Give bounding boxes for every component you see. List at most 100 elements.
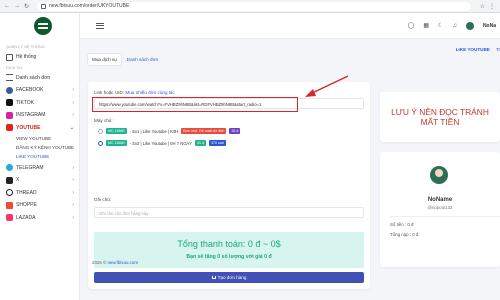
radio-button[interactable]: [98, 128, 103, 134]
footer: 2026 © new.fbtxuu.com: [92, 260, 138, 265]
note-input[interactable]: Ghi chú cho đơn hàng này: [94, 207, 364, 218]
menu-toggle-icon[interactable]: [96, 21, 104, 30]
sidebar-subitem-subscribe-youtube[interactable]: ĐĂNG KÝ KÊNH YOUTUBE: [0, 143, 79, 152]
instagram-icon: [6, 111, 13, 119]
chevron-down-icon: ⌄: [69, 124, 74, 131]
tab-bar: Mua dịch vụ Danh sách đơn: [88, 54, 162, 65]
forward-icon[interactable]: →: [14, 3, 20, 10]
sidebar-item-telegram[interactable]: TELEGRAM ›: [0, 162, 79, 175]
star-icon[interactable]: ☆: [480, 3, 485, 10]
chevron-right-icon: ›: [72, 112, 74, 119]
sidebar-item-lazada[interactable]: LAZADA ›: [0, 212, 79, 225]
chevron-right-icon: ›: [72, 87, 74, 94]
thread-icon: [6, 189, 13, 197]
user-name[interactable]: NoNa: [483, 23, 496, 29]
breadcrumb: LIKE YOUTUBE Tr: [456, 47, 500, 52]
tab-order-list[interactable]: Danh sách đơn: [123, 54, 162, 65]
profile-avatar: [430, 166, 448, 184]
top-bar: ◯ ▦ ☾ ♫ NoNa: [80, 13, 500, 39]
sidebar-item-system[interactable]: Hệ thống: [0, 51, 79, 64]
sidebar-item-youtube[interactable]: YOUTUBE ⌄: [0, 122, 79, 135]
avatar[interactable]: [465, 21, 474, 30]
facebook-icon: [6, 86, 13, 94]
address-text: new.fbtxuu.com/order/UKYOUTUBE: [49, 3, 130, 9]
chevron-right-icon: ›: [72, 99, 74, 106]
chevron-right-icon: ›: [72, 202, 74, 209]
sidebar-item-label: TELEGRAM: [16, 164, 44, 171]
note-label: Ghi chú:: [94, 197, 112, 202]
lazada-icon: [6, 214, 13, 222]
server-option-1[interactable]: MC 16880 - Sv1 | Like Youtube | K0H Đơn …: [98, 128, 241, 134]
sidebar-item-label: THREAD: [16, 189, 37, 196]
sidebar-item-orders[interactable]: Danh sách đơn: [0, 72, 79, 85]
sidebar: QUẢN LÝ HỆ THỐNG Hệ thống DỊCH VỤ Danh s…: [0, 13, 80, 300]
browser-toolbar: ← → ↻ new.fbtxuu.com/order/UKYOUTUBE ☆ ⋮: [0, 0, 500, 13]
sidebar-item-label: INSTAGRAM: [16, 112, 46, 119]
server-price-badge: 33 đ: [229, 128, 241, 134]
bulk-order-link[interactable]: Mua nhiều đơn cùng lúc: [125, 90, 174, 95]
youtube-icon: [6, 124, 13, 132]
logo[interactable]: [34, 17, 52, 35]
globe-icon[interactable]: ◯: [408, 22, 415, 29]
server-id-badge: MC 16880: [106, 128, 127, 134]
grid-icon[interactable]: ▦: [423, 22, 429, 29]
create-order-button[interactable]: Tạo đơn hàng: [94, 272, 364, 283]
address-bar[interactable]: new.fbtxuu.com/order/UKYOUTUBE: [37, 1, 471, 11]
reload-icon[interactable]: ↻: [24, 3, 29, 10]
total-amount: Tổng thanh toán: 0 đ ~ 0$: [177, 239, 281, 249]
profile-card: NoName @nopool133 Số tiền : 0 đ Tổng nạp…: [380, 152, 500, 267]
bell-icon[interactable]: ♫: [452, 23, 457, 29]
profile-name: NoName: [427, 197, 453, 203]
chevron-right-icon: ›: [72, 214, 74, 221]
breadcrumb-link[interactable]: Tr: [496, 47, 500, 52]
chevron-right-icon: ›: [72, 189, 74, 196]
chevron-right-icon: ›: [72, 177, 74, 184]
sidebar-item-label: Hệ thống: [16, 54, 37, 61]
server-tag-badge: Đơn nhỏ, Đề xuất dự đơn: [181, 128, 227, 134]
sidebar-item-x[interactable]: X ›: [0, 174, 79, 187]
order-form-card: Link hoặc UID: Mua nhiều đơn cùng lúc ht…: [88, 82, 370, 289]
link-label: Link hoặc UID: Mua nhiều đơn cùng lúc: [94, 90, 175, 95]
shopee-icon: [6, 201, 13, 209]
sidebar-item-label: LAZADA: [16, 214, 36, 221]
section-title-services: DỊCH VỤ: [6, 65, 23, 70]
sidebar-item-thread[interactable]: THREAD ›: [0, 187, 79, 200]
sidebar-item-label: X: [16, 177, 20, 184]
back-icon[interactable]: ←: [4, 3, 10, 10]
moon-icon[interactable]: ☾: [438, 22, 443, 29]
notice-text: LƯU Ý NÊN ĐỌC TRÁNH MẤT TIỀN: [391, 107, 489, 127]
chevron-right-icon: ›: [72, 164, 74, 171]
divider: [390, 216, 500, 217]
telegram-icon: [6, 164, 13, 172]
link-input-highlight: [92, 97, 298, 112]
breadcrumb-title: LIKE YOUTUBE: [455, 47, 490, 52]
server-price-badge: 370 sub: [209, 140, 226, 146]
footer-link[interactable]: new.fbtxuu.com: [107, 260, 138, 265]
sidebar-item-label: FACEBOOK: [16, 87, 44, 94]
sidebar-item-shopee[interactable]: SHOPPE ›: [0, 199, 79, 212]
sidebar-item-instagram[interactable]: INSTAGRAM ›: [0, 109, 79, 122]
sidebar-subitem-view-youtube[interactable]: VIEW YOUTUBE: [0, 134, 79, 143]
balance-row: Số tiền : 0 đ: [390, 222, 414, 227]
x-icon: [6, 176, 13, 184]
deposit-row: Tổng nạp : 0 đ: [390, 232, 419, 237]
sidebar-item-tiktok[interactable]: TIKTOK ›: [0, 97, 79, 110]
sidebar-item-label: TIKTOK: [16, 99, 34, 106]
server-label: Máy chủ:: [94, 118, 113, 123]
list-icon: [6, 74, 13, 82]
sidebar-item-label: SHOPPE: [16, 202, 37, 209]
server-text: - Sv2 | Like Youtube | 0H 7 NGÀY: [129, 140, 193, 146]
tab-buy-service[interactable]: Mua dịch vụ: [88, 54, 121, 65]
sidebar-subitem-like-youtube[interactable]: LIKE YOUTUBE: [0, 152, 79, 161]
notice-card: LƯU Ý NÊN ĐỌC TRÁNH MẤT TIỀN: [380, 92, 500, 142]
cart-icon: [211, 276, 216, 279]
server-id-badge: MC 16880: [106, 140, 127, 146]
main-content: LIKE YOUTUBE Tr Mua dịch vụ Danh sách đơn…: [80, 40, 500, 300]
profile-username: @nopool133: [427, 205, 453, 210]
menu-dots-icon[interactable]: ⋮: [489, 3, 495, 10]
monitor-icon: [6, 53, 13, 61]
sidebar-item-label: YOUTUBE: [16, 124, 41, 131]
sidebar-item-facebook[interactable]: FACEBOOK ›: [0, 84, 79, 97]
radio-button[interactable]: [98, 140, 103, 146]
server-option-2[interactable]: MC 16880 - Sv2 | Like Youtube | 0H 7 NGÀ…: [98, 140, 226, 146]
